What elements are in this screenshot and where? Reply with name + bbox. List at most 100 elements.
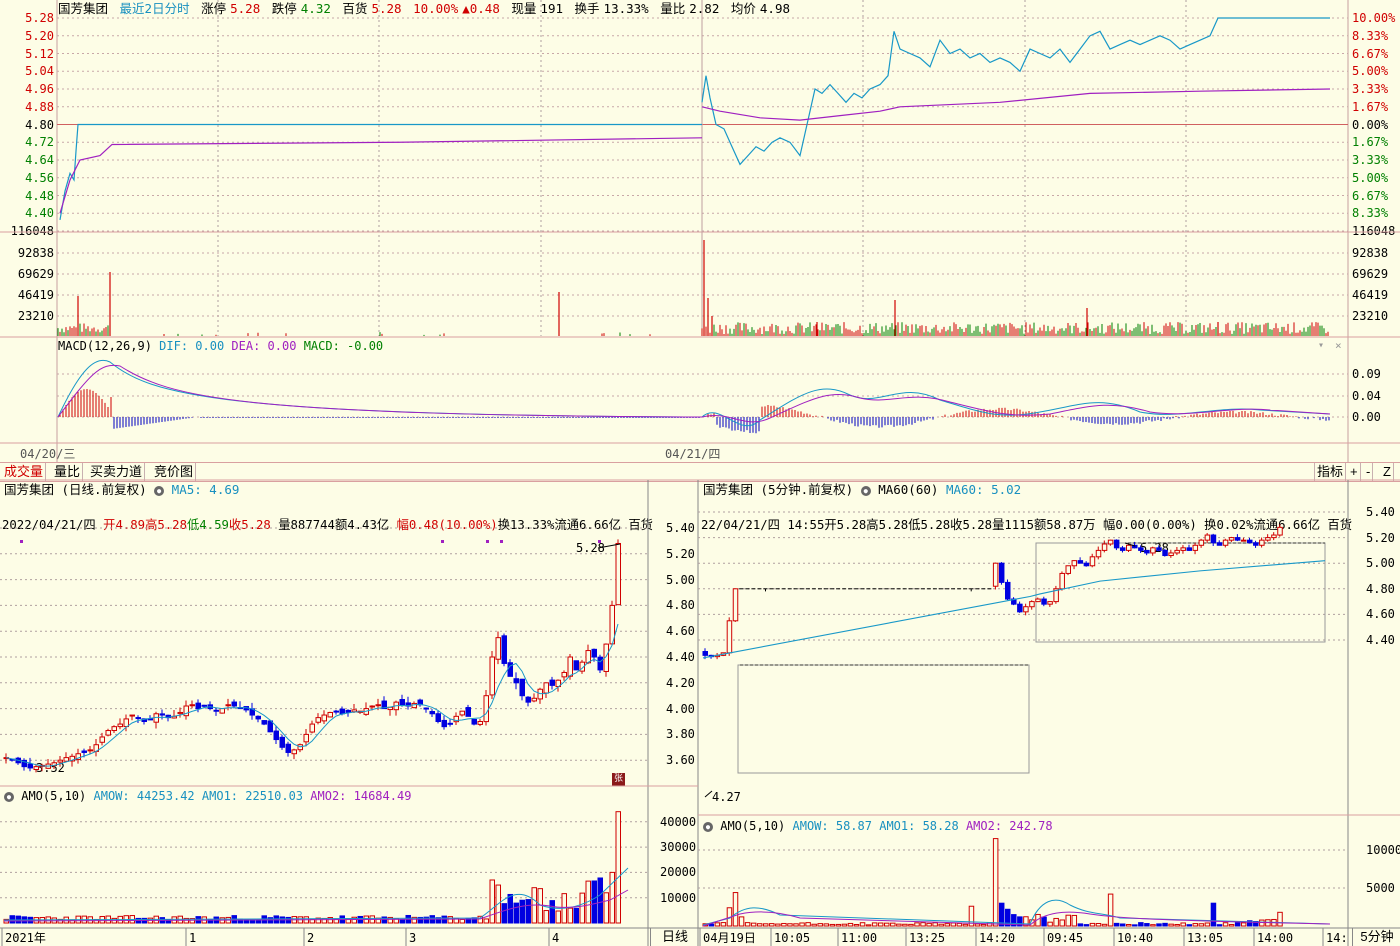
daily-candle bbox=[465, 707, 471, 717]
daily-candle bbox=[339, 708, 345, 715]
min5-amo-bar bbox=[920, 922, 926, 927]
daily-candle bbox=[489, 656, 495, 696]
min5-amo-bar bbox=[1047, 921, 1053, 927]
daily-candle bbox=[567, 656, 573, 677]
daily-candle bbox=[441, 719, 447, 728]
min5-amo-bar bbox=[1228, 924, 1235, 927]
daily-candle bbox=[225, 704, 231, 707]
daily-candle bbox=[231, 701, 237, 707]
daily-candle bbox=[513, 678, 519, 684]
min5-amo-bar bbox=[1204, 922, 1211, 927]
min5-candle bbox=[1180, 547, 1186, 551]
daily-candle bbox=[435, 713, 441, 723]
consolidation-box-1 bbox=[737, 664, 1030, 774]
min5-ma60-line bbox=[702, 560, 1326, 659]
min5-candle bbox=[1174, 549, 1180, 554]
min5-candle bbox=[1247, 539, 1253, 544]
min5-amo-bar bbox=[926, 922, 932, 927]
min5-candle bbox=[732, 588, 739, 622]
daily-candle bbox=[459, 710, 465, 716]
daily-candle bbox=[123, 718, 129, 728]
min5-candle bbox=[1222, 539, 1229, 546]
min5-candle bbox=[1071, 560, 1078, 567]
daily-candle bbox=[519, 678, 525, 697]
daily-candle bbox=[447, 722, 453, 725]
daily-candle bbox=[27, 763, 33, 769]
min5-candle bbox=[1144, 549, 1150, 554]
min5-candle bbox=[1216, 542, 1223, 546]
min5-amo-bar bbox=[1162, 922, 1168, 927]
min5-candle bbox=[1253, 542, 1259, 546]
daily-candle bbox=[201, 704, 207, 707]
daily-amo-bar bbox=[489, 879, 495, 924]
daily-candle bbox=[333, 710, 339, 713]
min5-amo-bar bbox=[1150, 924, 1156, 927]
min5-candle bbox=[1138, 547, 1144, 551]
min5-candle bbox=[1089, 556, 1096, 567]
consolidation-box-2 bbox=[1035, 542, 1326, 643]
daily-amo-bar bbox=[381, 916, 387, 924]
min5-candle bbox=[1059, 572, 1065, 590]
daily-candle bbox=[369, 705, 375, 708]
daily-candle bbox=[261, 720, 267, 725]
daily-amo-bar bbox=[615, 811, 621, 924]
min5-amo-bar bbox=[1077, 923, 1084, 927]
daily-candle bbox=[57, 759, 63, 763]
daily-amo-bar bbox=[501, 903, 507, 924]
daily-amo-bar bbox=[525, 899, 531, 924]
min5-amo-bar bbox=[944, 923, 950, 927]
min5-candle bbox=[1277, 526, 1283, 536]
min5-amo-bar bbox=[980, 923, 987, 927]
min5-candle bbox=[1186, 547, 1192, 551]
min5-amo-bar bbox=[1168, 923, 1174, 927]
daily-marker-dot bbox=[486, 540, 489, 543]
daily-candle bbox=[501, 635, 507, 664]
min5-amo-bar bbox=[720, 922, 727, 927]
daily-amo-bar bbox=[597, 877, 603, 924]
daily-marker-dot bbox=[598, 540, 601, 543]
min5-amo-bar bbox=[1053, 917, 1059, 927]
chart-canvas[interactable] bbox=[0, 0, 1400, 946]
min5-amo-bar bbox=[750, 922, 757, 927]
daily-candle bbox=[345, 709, 351, 713]
daily-amo-bar bbox=[555, 910, 561, 924]
daily-candle bbox=[63, 757, 69, 762]
min5-amo-bar bbox=[1083, 924, 1090, 927]
min5-amo-bar bbox=[865, 924, 872, 927]
daily-candle bbox=[135, 717, 141, 720]
daily-candle bbox=[597, 656, 603, 671]
min5-amo-bar bbox=[1065, 914, 1071, 927]
daily-candle bbox=[273, 730, 279, 741]
daily-candle bbox=[267, 720, 273, 733]
daily-candle bbox=[429, 711, 435, 715]
min5-amo-bar bbox=[890, 922, 896, 927]
daily-candle bbox=[33, 766, 39, 771]
min5-amo-bar bbox=[1059, 919, 1065, 927]
daily-amo-bar bbox=[519, 899, 525, 924]
daily-amo-bar bbox=[9, 915, 15, 924]
min5-amo-bar bbox=[1041, 916, 1047, 927]
min5-candle bbox=[1126, 544, 1132, 551]
min5-amo-bar bbox=[811, 923, 817, 927]
daily-amo-bar bbox=[567, 907, 573, 924]
min5-amo-bar bbox=[847, 922, 854, 927]
daily-candle bbox=[99, 736, 105, 743]
min5-min-pointer bbox=[704, 790, 713, 798]
daily-amo-bar bbox=[483, 918, 489, 924]
daily-candle bbox=[525, 696, 531, 703]
daily-candle bbox=[285, 743, 291, 753]
min5-candle bbox=[992, 562, 999, 587]
daily-candle bbox=[303, 733, 309, 743]
min5-candle bbox=[1083, 562, 1090, 567]
min5-amo-bar bbox=[884, 922, 890, 927]
min5-candle bbox=[1198, 539, 1205, 546]
min5-amo-bar bbox=[817, 923, 823, 927]
daily-candle bbox=[495, 637, 501, 660]
min5-amo-bar bbox=[938, 923, 944, 927]
daily-amo-bar bbox=[459, 918, 465, 924]
daily-amo-bar bbox=[603, 892, 609, 924]
min5-candle bbox=[1005, 581, 1011, 600]
min5-amo-bar bbox=[732, 892, 739, 927]
min5-amo-bar bbox=[992, 838, 999, 927]
min5-candle bbox=[1047, 601, 1053, 605]
